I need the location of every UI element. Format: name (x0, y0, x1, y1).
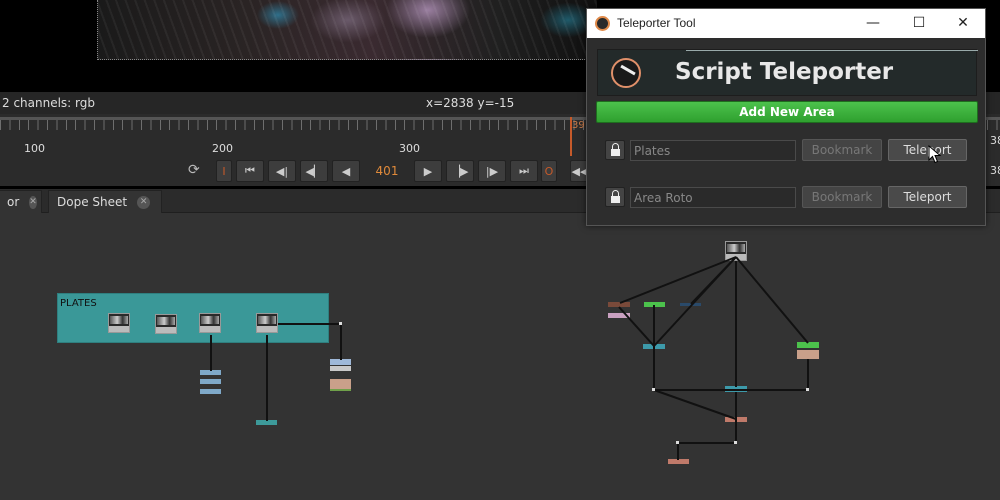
tab-label: or (7, 195, 20, 209)
area-name-input[interactable] (630, 187, 796, 208)
tick-label: 200 (212, 142, 233, 155)
last-frame-icon[interactable]: ⏭ (510, 160, 538, 182)
step-back-icon[interactable]: ◀▏ (300, 160, 328, 182)
header-divider (686, 50, 978, 51)
tick-label: 100 (24, 142, 45, 155)
play-backward-icon[interactable]: ◀ (332, 160, 360, 182)
window-title: Teleporter Tool (617, 16, 696, 30)
close-icon[interactable]: ✕ (949, 13, 977, 33)
tick-label: 300 (399, 142, 420, 155)
play-forward-icon[interactable]: ▶ (414, 160, 442, 182)
close-icon[interactable]: ✕ (137, 195, 151, 209)
tab-dope-sheet[interactable]: Dope Sheet ✕ (48, 190, 162, 213)
node-connections (210, 256, 809, 460)
app-icon (595, 16, 610, 31)
nuke-logo-icon (611, 58, 641, 88)
first-frame-icon[interactable]: ⏮ (236, 160, 264, 182)
lock-icon[interactable] (605, 187, 625, 207)
bookmark-button[interactable]: Bookmark (802, 186, 882, 208)
viewer-image[interactable] (97, 0, 597, 60)
loop-mode-icon[interactable]: ⟳ (188, 162, 200, 178)
next-keyframe-icon[interactable]: |▶ (478, 160, 506, 182)
current-frame-field[interactable]: 401 (364, 160, 410, 182)
playhead-frame-label: 39 (572, 120, 585, 131)
teleporter-window[interactable]: Teleporter Tool — ☐ ✕ Script Teleporter … (586, 8, 986, 226)
bookmark-button[interactable]: Bookmark (802, 139, 882, 161)
mouse-cursor-icon (928, 145, 942, 164)
close-icon[interactable]: ✕ (29, 195, 37, 209)
coordinate-readout: x=2838 y=-15 (426, 96, 515, 110)
out-point-button[interactable]: O (541, 160, 557, 182)
lock-icon[interactable] (605, 140, 625, 160)
add-new-area-button[interactable]: Add New Area (596, 101, 978, 123)
channels-readout: 2 channels: rgb (2, 96, 95, 110)
page-title: Script Teleporter (675, 59, 894, 85)
step-forward-icon[interactable]: ▕▶ (446, 160, 474, 182)
minimize-icon[interactable]: — (859, 13, 887, 33)
window-titlebar[interactable]: Teleporter Tool — ☐ ✕ (587, 9, 985, 38)
previous-keyframe-icon[interactable]: ◀| (268, 160, 296, 182)
in-point-button[interactable]: I (216, 160, 232, 182)
teleport-button[interactable]: Teleport (888, 186, 967, 208)
teleporter-header: Script Teleporter (597, 49, 978, 96)
timeline-end-label: 38 (990, 164, 1000, 177)
timeline-end-label: 38 (990, 134, 1000, 147)
tab-partial[interactable]: or ✕ (0, 190, 42, 213)
area-name-input[interactable] (630, 140, 796, 161)
maximize-icon[interactable]: ☐ (905, 13, 933, 33)
tab-label: Dope Sheet (57, 195, 128, 209)
